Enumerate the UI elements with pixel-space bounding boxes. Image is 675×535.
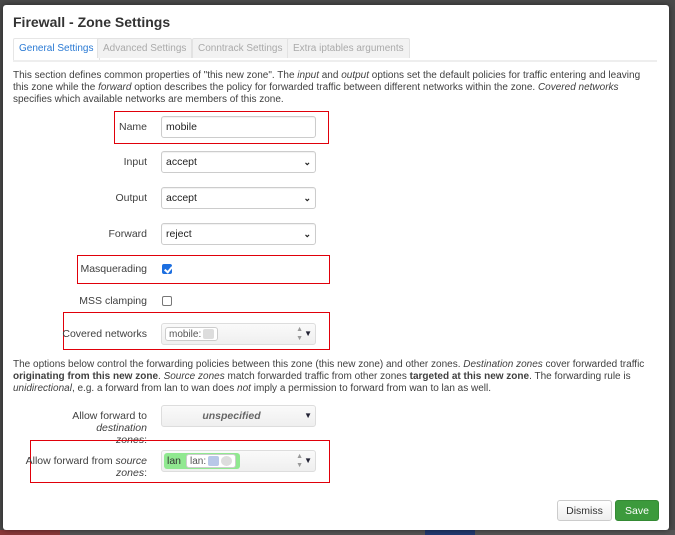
tab-conntrack-settings[interactable]: Conntrack Settings: [192, 38, 289, 58]
network-chip-mobile: mobile:: [165, 327, 219, 341]
dismiss-button[interactable]: Dismiss: [557, 500, 612, 521]
save-button[interactable]: Save: [615, 500, 659, 521]
dropdown-arrow-icon: ▼: [304, 329, 312, 338]
output-policy-value: accept: [166, 192, 197, 204]
modal-title: Firewall - Zone Settings: [13, 14, 171, 30]
chevron-down-icon: ⌄: [303, 229, 311, 239]
input-policy-select[interactable]: accept ⌄: [161, 151, 316, 173]
forwarding-description: The options below control the forwarding…: [13, 359, 645, 394]
masquerading-checkbox[interactable]: [162, 264, 172, 274]
forward-policy-value: reject: [166, 228, 192, 240]
chevron-down-icon: ⌄: [303, 157, 311, 167]
name-label: Name: [118, 121, 147, 133]
name-input[interactable]: mobile: [161, 116, 316, 138]
output-policy-select[interactable]: accept ⌄: [161, 187, 316, 209]
dropdown-arrow-icon: ▼: [304, 456, 312, 465]
masquerading-label: Masquerading: [80, 263, 147, 275]
forward-dest-dropdown[interactable]: unspecified ▼: [161, 405, 316, 427]
chevron-down-icon: ⌄: [303, 193, 311, 203]
zone-name: lan: [167, 455, 182, 467]
background-page: [0, 530, 675, 535]
forward-dest-value: unspecified: [202, 410, 261, 422]
forward-src-dropdown[interactable]: lan lan: ▲ ▼ ▼: [161, 450, 316, 472]
spinner-icon: ▲ ▼: [296, 326, 303, 342]
input-label: Input: [123, 156, 147, 168]
zone-description: This section defines common properties o…: [13, 70, 641, 105]
covered-networks-dropdown[interactable]: mobile: ▲ ▼ ▼: [161, 323, 316, 345]
forward-src-label: Allow forward from source zones:: [25, 455, 147, 479]
tab-advanced-settings[interactable]: Advanced Settings: [97, 38, 193, 58]
background-edit-button: [425, 530, 475, 535]
background-zone-cell: [0, 530, 60, 535]
covered-networks-label: Covered networks: [62, 328, 147, 340]
wireless-icon: [221, 456, 233, 467]
input-policy-value: accept: [166, 156, 197, 168]
mss-clamping-checkbox[interactable]: [162, 296, 172, 306]
tab-bar: General Settings Advanced Settings Connt…: [13, 38, 657, 62]
network-interface-icon: [203, 329, 215, 340]
forward-policy-select[interactable]: reject ⌄: [161, 223, 316, 245]
tab-general-settings[interactable]: General Settings: [13, 38, 100, 60]
dropdown-arrow-icon: ▼: [304, 411, 312, 420]
tab-extra-iptables[interactable]: Extra iptables arguments: [287, 38, 410, 58]
network-chip-lan: lan:: [186, 454, 237, 468]
ethernet-icon: [208, 456, 220, 467]
spinner-icon: ▲ ▼: [296, 453, 303, 469]
network-chip-label: mobile:: [169, 329, 202, 340]
forward-label: Forward: [108, 228, 147, 240]
zone-settings-modal: Firewall - Zone Settings General Setting…: [3, 5, 669, 530]
network-chip-label: lan:: [190, 456, 207, 467]
mss-clamping-label: MSS clamping: [79, 295, 147, 307]
zone-chip-lan: lan lan:: [164, 453, 240, 469]
output-label: Output: [115, 192, 147, 204]
